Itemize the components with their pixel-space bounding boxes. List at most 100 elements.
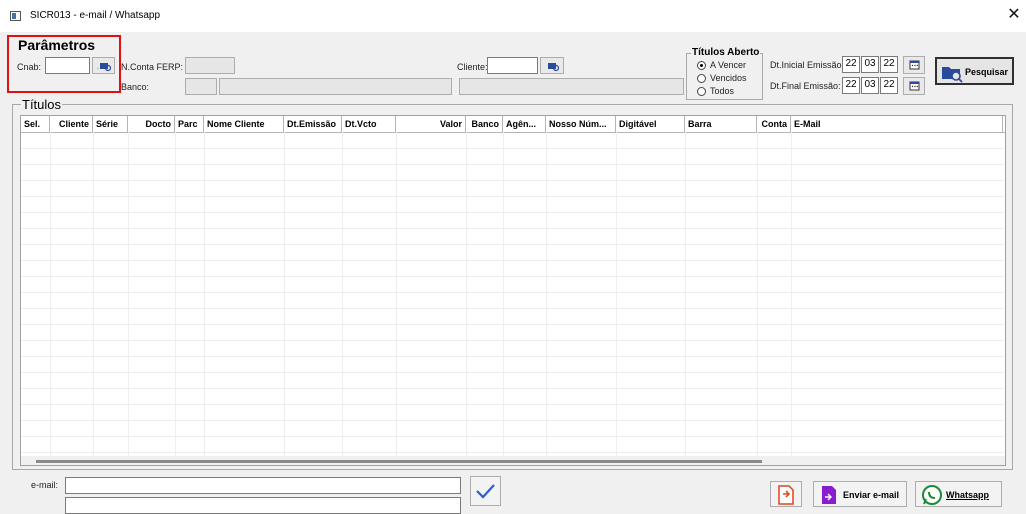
- titulos-grid[interactable]: Sel. Cliente Série Docto Parc Nome Clien…: [20, 115, 1006, 466]
- cnab-input[interactable]: [45, 57, 90, 74]
- grid-col-line: [50, 132, 51, 465]
- svg-text:.: .: [97, 64, 99, 71]
- grid-col-line: [791, 132, 792, 465]
- nconta-input[interactable]: [185, 57, 235, 74]
- col-header-dt-emissao[interactable]: Dt.Emissão: [284, 116, 342, 132]
- dt-inicial-year[interactable]: 22: [880, 56, 898, 73]
- whatsapp-button[interactable]: Whatsapp: [915, 481, 1002, 507]
- grid-col-line: [616, 132, 617, 465]
- grid-col-line: [342, 132, 343, 465]
- grid-row-line: [21, 148, 1005, 149]
- cliente-name-input[interactable]: [459, 78, 684, 95]
- send-email-button[interactable]: Enviar e-mail: [813, 481, 907, 507]
- grid-row-line: [21, 196, 1005, 197]
- grid-row-line: [21, 292, 1005, 293]
- grid-col-line: [503, 132, 504, 465]
- dt-final-year[interactable]: 22: [880, 77, 898, 94]
- search-button[interactable]: Pesquisar: [935, 57, 1014, 85]
- nconta-label: N.Conta FERP:: [121, 62, 184, 72]
- radio-a-vencer[interactable]: A Vencer: [697, 60, 746, 70]
- calendar-icon: [909, 60, 920, 70]
- folder-search-icon: [548, 63, 559, 72]
- col-header-dt-vcto[interactable]: Dt.Vcto: [342, 116, 396, 132]
- grid-row-line: [21, 324, 1005, 325]
- col-header-nosso-numero[interactable]: Nosso Núm...: [546, 116, 616, 132]
- grid-col-line: [396, 132, 397, 465]
- cliente-input[interactable]: [487, 57, 538, 74]
- grid-col-line: [546, 132, 547, 465]
- grid-col-line: [284, 132, 285, 465]
- banco-name-input[interactable]: [219, 78, 452, 95]
- send-email-label: Enviar e-mail: [843, 490, 900, 500]
- radio-todos-label: Todos: [710, 86, 735, 96]
- dt-final-month[interactable]: 03: [861, 77, 879, 94]
- col-header-banco[interactable]: Banco: [466, 116, 503, 132]
- folder-search-icon: [942, 67, 963, 83]
- params-title: Parâmetros: [17, 37, 97, 53]
- grid-col-line: [204, 132, 205, 465]
- titulos-aberto-title: Títulos Aberto: [691, 47, 761, 58]
- grid-col-line: [175, 132, 176, 465]
- cliente-lookup-button[interactable]: [540, 57, 564, 74]
- dt-inicial-label: Dt.Inicial Emissão:: [770, 60, 845, 70]
- col-header-barra[interactable]: Barra: [685, 116, 757, 132]
- email-label: e-mail:: [31, 480, 59, 490]
- dt-final-label: Dt.Final Emissão:: [770, 81, 841, 91]
- grid-col-line: [128, 132, 129, 465]
- titulos-title: Títulos: [21, 97, 63, 112]
- grid-row-line: [21, 340, 1005, 341]
- whatsapp-label: Whatsapp: [946, 490, 990, 500]
- grid-row-line: [21, 260, 1005, 261]
- whatsapp-icon: [922, 485, 942, 505]
- grid-row-line: [21, 356, 1005, 357]
- horizontal-scrollbar-thumb[interactable]: [36, 460, 762, 463]
- email-input[interactable]: [65, 477, 461, 494]
- cnab-lookup-button[interactable]: .: [92, 57, 115, 74]
- dt-inicial-day[interactable]: 22: [842, 56, 860, 73]
- radio-todos-dot[interactable]: [697, 86, 706, 96]
- col-header-conta[interactable]: Conta: [757, 116, 791, 132]
- grid-row-line: [21, 420, 1005, 421]
- dt-inicial-calendar-button[interactable]: [903, 56, 925, 74]
- email-input-2[interactable]: [65, 497, 461, 514]
- grid-col-line: [685, 132, 686, 465]
- col-header-docto[interactable]: Docto: [128, 116, 175, 132]
- calendar-icon: [909, 81, 920, 91]
- search-button-label: Pesquisar: [965, 67, 1009, 77]
- radio-todos[interactable]: Todos: [697, 86, 734, 96]
- grid-row-line: [21, 388, 1005, 389]
- col-header-digitavel[interactable]: Digitável: [616, 116, 685, 132]
- app-icon: [10, 11, 21, 21]
- confirm-button[interactable]: [470, 476, 501, 506]
- dt-final-calendar-button[interactable]: [903, 77, 925, 95]
- grid-row-line: [21, 372, 1005, 373]
- grid-row-line: [21, 436, 1005, 437]
- radio-a-vencer-label: A Vencer: [710, 60, 747, 70]
- grid-header: Sel. Cliente Série Docto Parc Nome Clien…: [21, 116, 1005, 133]
- col-header-serie[interactable]: Série: [93, 116, 128, 132]
- window-title: SICR013 - e-mail / Whatsapp: [30, 10, 161, 21]
- col-header-valor[interactable]: Valor: [396, 116, 466, 132]
- grid-col-line: [93, 132, 94, 465]
- radio-vencidos-label: Vencidos: [710, 73, 747, 83]
- banco-code-input[interactable]: [185, 78, 217, 95]
- cliente-label: Cliente:: [457, 62, 488, 72]
- dt-final-day[interactable]: 22: [842, 77, 860, 94]
- pdf-document-icon: [778, 485, 794, 505]
- grid-row-line: [21, 180, 1005, 181]
- col-header-cliente[interactable]: Cliente: [50, 116, 93, 132]
- radio-vencidos[interactable]: Vencidos: [697, 73, 747, 83]
- grid-row-line: [21, 212, 1005, 213]
- col-header-email[interactable]: E-Mail: [791, 116, 1003, 132]
- grid-row-line: [21, 276, 1005, 277]
- radio-vencidos-dot[interactable]: [697, 73, 706, 83]
- banco-label: Banco:: [121, 82, 150, 92]
- col-header-parc[interactable]: Parc: [175, 116, 204, 132]
- radio-a-vencer-dot[interactable]: [697, 60, 706, 70]
- col-header-agencia[interactable]: Agên...: [503, 116, 546, 132]
- pdf-button[interactable]: [770, 481, 802, 507]
- dt-inicial-month[interactable]: 03: [861, 56, 879, 73]
- col-header-nome-cliente[interactable]: Nome Cliente: [204, 116, 284, 132]
- col-header-sel[interactable]: Sel.: [21, 116, 50, 132]
- close-icon[interactable]: ✕: [1004, 5, 1024, 25]
